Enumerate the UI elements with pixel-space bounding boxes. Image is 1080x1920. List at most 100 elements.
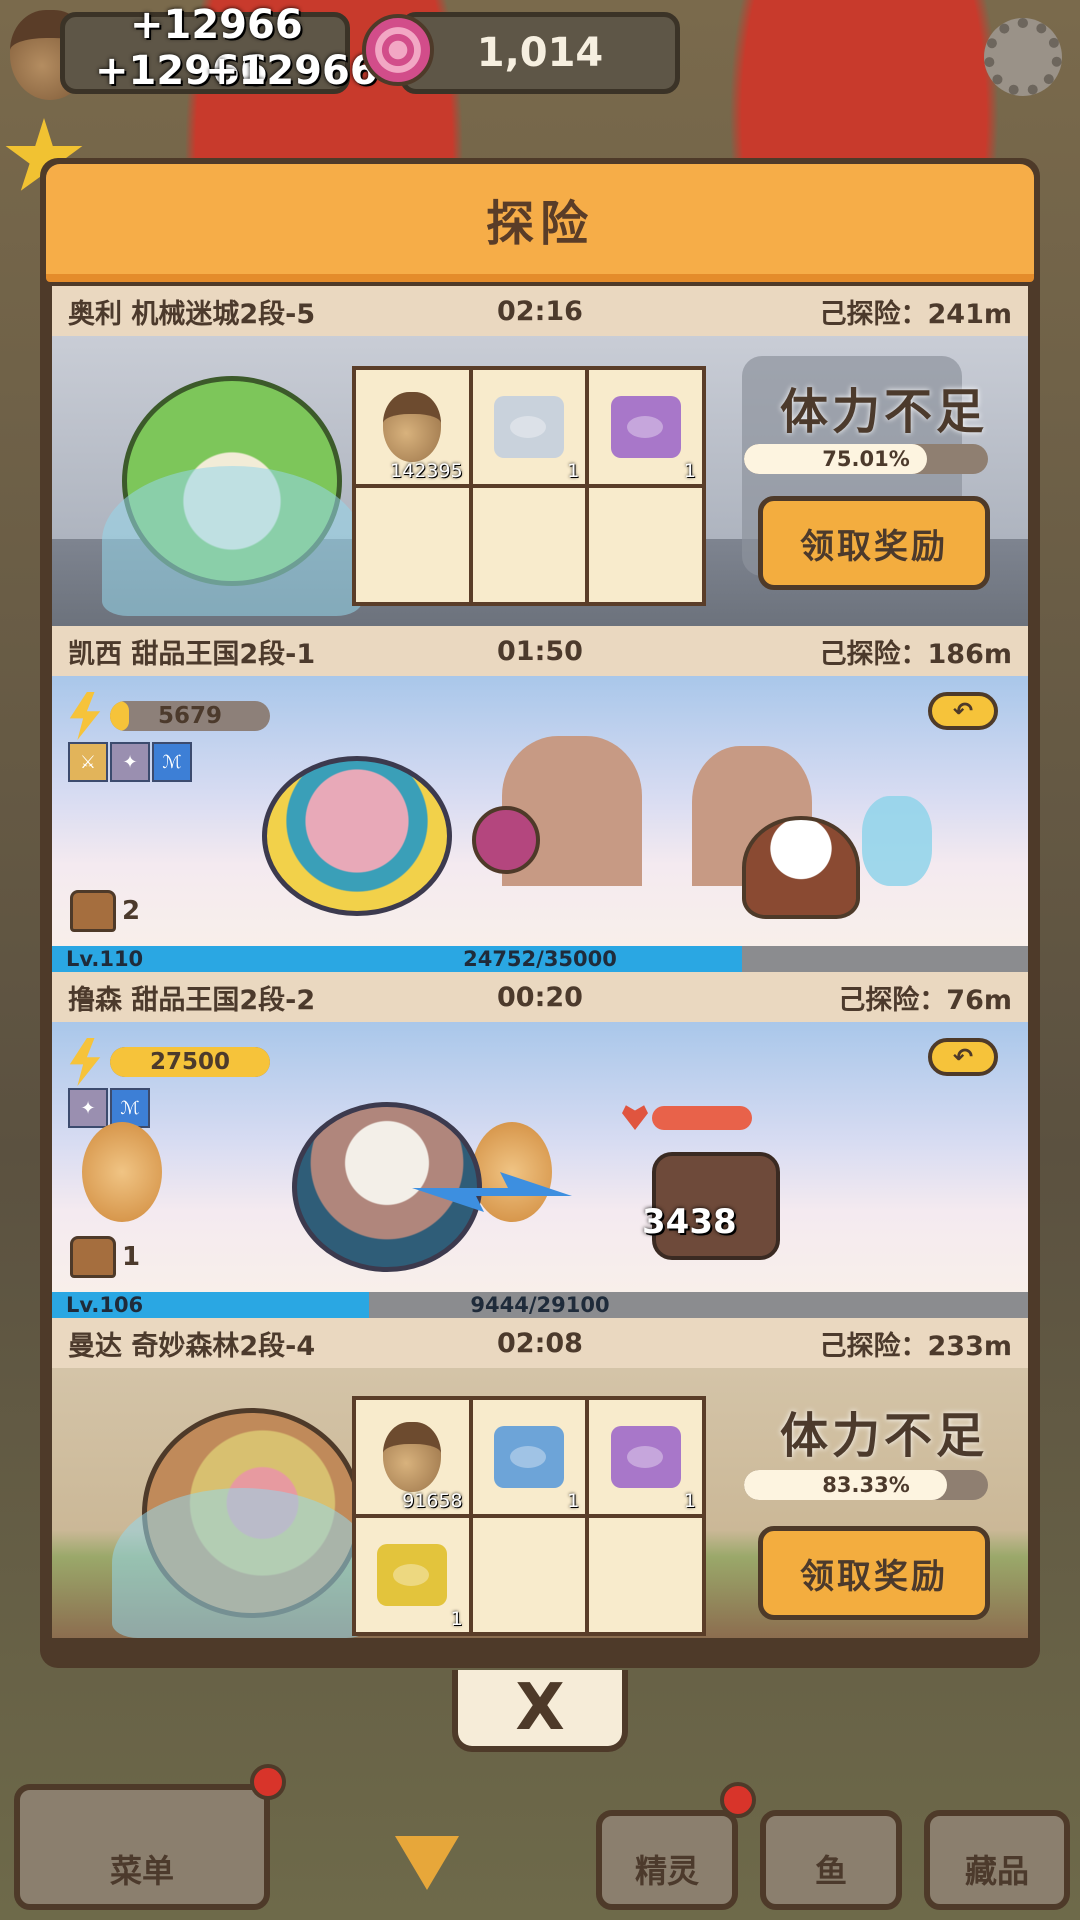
expedition-4-status: 体力不足 (779, 1408, 988, 1464)
expedition-2-bag: 2 (70, 890, 140, 932)
expedition-1-explored: 己探险：241m (819, 298, 1013, 330)
acorn-icon (383, 392, 442, 462)
candy-count: 1,014 (476, 30, 604, 76)
water-splash (102, 466, 362, 616)
expedition-1-claim-button[interactable]: 领取奖励 (758, 496, 990, 590)
fish-puzzle-piece-icon (493, 1426, 564, 1488)
reward-slot[interactable]: 1 (472, 1400, 586, 1514)
expedition-2-explored: 己探险：186m (819, 638, 1013, 670)
shield-skill-icon: ℳ (152, 742, 192, 782)
fish-puzzle-piece-icon (493, 396, 564, 458)
nav-fish-button[interactable]: 鱼 (760, 1810, 902, 1910)
expedition-4-explored: 己探险：233m (819, 1330, 1013, 1362)
close-panel-button[interactable]: X (452, 1670, 628, 1752)
expedition-2-xp-label: 24752/35000 (463, 947, 617, 971)
expedition-1-scene: 142395 1 1 体力不足 75.01% 领取奖励 (52, 336, 1028, 626)
reward-count: 1 (567, 1490, 580, 1512)
water-splash (112, 1488, 372, 1638)
reward-slot[interactable]: 91658 (356, 1400, 469, 1514)
expedition-2-xp-bar: Lv.110 24752/35000 (52, 946, 1028, 972)
expedition-4-header: 曼达 奇妙森林2段-4 02:08 己探险：233m (52, 1318, 1028, 1368)
expedition-1-name: 奥利 机械迷城2段-5 (68, 298, 316, 330)
reward-count: 1 (567, 460, 580, 482)
damage-number: 3438 (642, 1202, 737, 1242)
mystery-question-icon (862, 796, 932, 886)
bag-count: 2 (122, 896, 141, 926)
expedition-3-bag: 1 (70, 1236, 140, 1278)
reward-count: 1 (450, 1608, 463, 1630)
expedition-2-energy: 5679 (66, 692, 270, 740)
acorn-icon (383, 1422, 442, 1492)
sprite-notification-dot (720, 1782, 756, 1818)
expedition-2-scene: 5679 ↶ ⚔ ✦ ℳ 2 (52, 676, 1028, 946)
lollipop (472, 806, 540, 874)
expedition-panel: 探险 奥利 机械迷城2段-5 02:16 己探险：241m 142395 1 1… (40, 158, 1040, 1668)
expedition-3-name: 撸森 甜品王国2段-2 (68, 984, 316, 1016)
expedition-2-name: 凯西 甜品王国2段-1 (68, 638, 316, 670)
bag-icon (70, 1236, 116, 1278)
expedition-2-return-button[interactable]: ↶ (928, 692, 998, 730)
expedition-4-claim-button[interactable]: 领取奖励 (758, 1526, 990, 1620)
settings-gear-icon[interactable] (984, 18, 1062, 96)
expedition-3-explored: 己探险：76m (838, 984, 1012, 1016)
energy-bar: 27500 (110, 1047, 270, 1077)
nav-collection-button[interactable]: 藏品 (924, 1810, 1070, 1910)
lightning-icon (69, 1038, 101, 1086)
expedition-4-scene: 91658 1 1 1 体力不足 83.33% 领取奖励 (52, 1368, 1028, 1638)
panel-title: 探险 (485, 196, 594, 252)
reward-slot[interactable]: 1 (356, 1518, 469, 1632)
expedition-2: 凯西 甜品王国2段-1 01:50 己探险：186m 5679 ↶ ⚔ ✦ ℳ (52, 626, 1028, 972)
expedition-3-energy: 27500 (66, 1038, 270, 1086)
reward-slot-empty (356, 488, 469, 602)
reward-slot[interactable]: 1 (589, 1400, 702, 1514)
expedition-1-reward-grid: 142395 1 1 (352, 366, 706, 606)
feather-skill-icon: ✦ (68, 1088, 108, 1128)
reward-count: 91658 (402, 1490, 463, 1512)
menu-notification-dot (250, 1764, 286, 1800)
reward-slot-empty (589, 488, 702, 602)
reward-count: 1 (683, 1490, 696, 1512)
expedition-1: 奥利 机械迷城2段-5 02:16 己探险：241m 142395 1 1 体力… (52, 286, 1028, 626)
nav-sprite-button[interactable]: 精灵 (596, 1810, 738, 1910)
expedition-2-header: 凯西 甜品王国2段-1 01:50 己探险：186m (52, 626, 1028, 676)
expedition-3-xp-bar: Lv.106 9444/29100 (52, 1292, 1028, 1318)
expedition-1-status: 体力不足 (779, 384, 988, 440)
expedition-4-time: 02:08 (497, 1327, 583, 1359)
warrior-hero-character (292, 1102, 482, 1272)
candy-tree (472, 1122, 552, 1222)
heart-icon (622, 1105, 648, 1130)
reward-count: 1 (683, 460, 696, 482)
panel-header: 探险 (46, 164, 1034, 282)
reward-slot-empty (589, 1518, 702, 1632)
menu-button[interactable]: 菜单 (14, 1784, 270, 1910)
expedition-3-xp-label: 9444/29100 (470, 1293, 610, 1317)
enemy-health-bar (652, 1106, 752, 1130)
reward-slot[interactable]: 1 (589, 370, 702, 484)
float-number-1: +12966 (130, 2, 303, 48)
fish-puzzle-piece-icon (377, 1544, 448, 1606)
feather-skill-icon: ✦ (110, 742, 150, 782)
lightning-icon (69, 692, 101, 740)
candy-counter-bar: 1,014 (400, 12, 680, 94)
expedition-1-header: 奥利 机械迷城2段-5 02:16 己探险：241m (52, 286, 1028, 336)
expedition-3-header: 撸森 甜品王国2段-2 00:20 己探险：76m (52, 972, 1028, 1022)
expedition-1-progress-label: 75.01% (822, 447, 910, 471)
fish-puzzle-piece-icon (610, 1426, 681, 1488)
bag-icon (70, 890, 116, 932)
expedition-4-name: 曼达 奇妙森林2段-4 (68, 1330, 316, 1362)
expedition-4-progress-bar: 83.33% (744, 1470, 988, 1500)
expedition-3-return-button[interactable]: ↶ (928, 1038, 998, 1076)
expedition-2-time: 01:50 (497, 635, 583, 667)
pig-hero-character (262, 756, 452, 916)
expedition-1-progress-bar: 75.01% (744, 444, 988, 474)
energy-value: 5679 (157, 703, 222, 729)
reward-slot-empty (472, 1518, 586, 1632)
cupcake-monster (742, 816, 860, 919)
expedition-3-skills: ✦ ℳ (68, 1088, 152, 1128)
reward-slot[interactable]: 1 (472, 370, 586, 484)
energy-bar: 5679 (110, 701, 270, 731)
reward-slot[interactable]: 142395 (356, 370, 469, 484)
fish-puzzle-piece-icon (610, 396, 681, 458)
expedition-3: 撸森 甜品王国2段-2 00:20 己探险：76m 27500 ↶ ✦ ℳ 34… (52, 972, 1028, 1318)
bag-count: 1 (122, 1242, 141, 1272)
